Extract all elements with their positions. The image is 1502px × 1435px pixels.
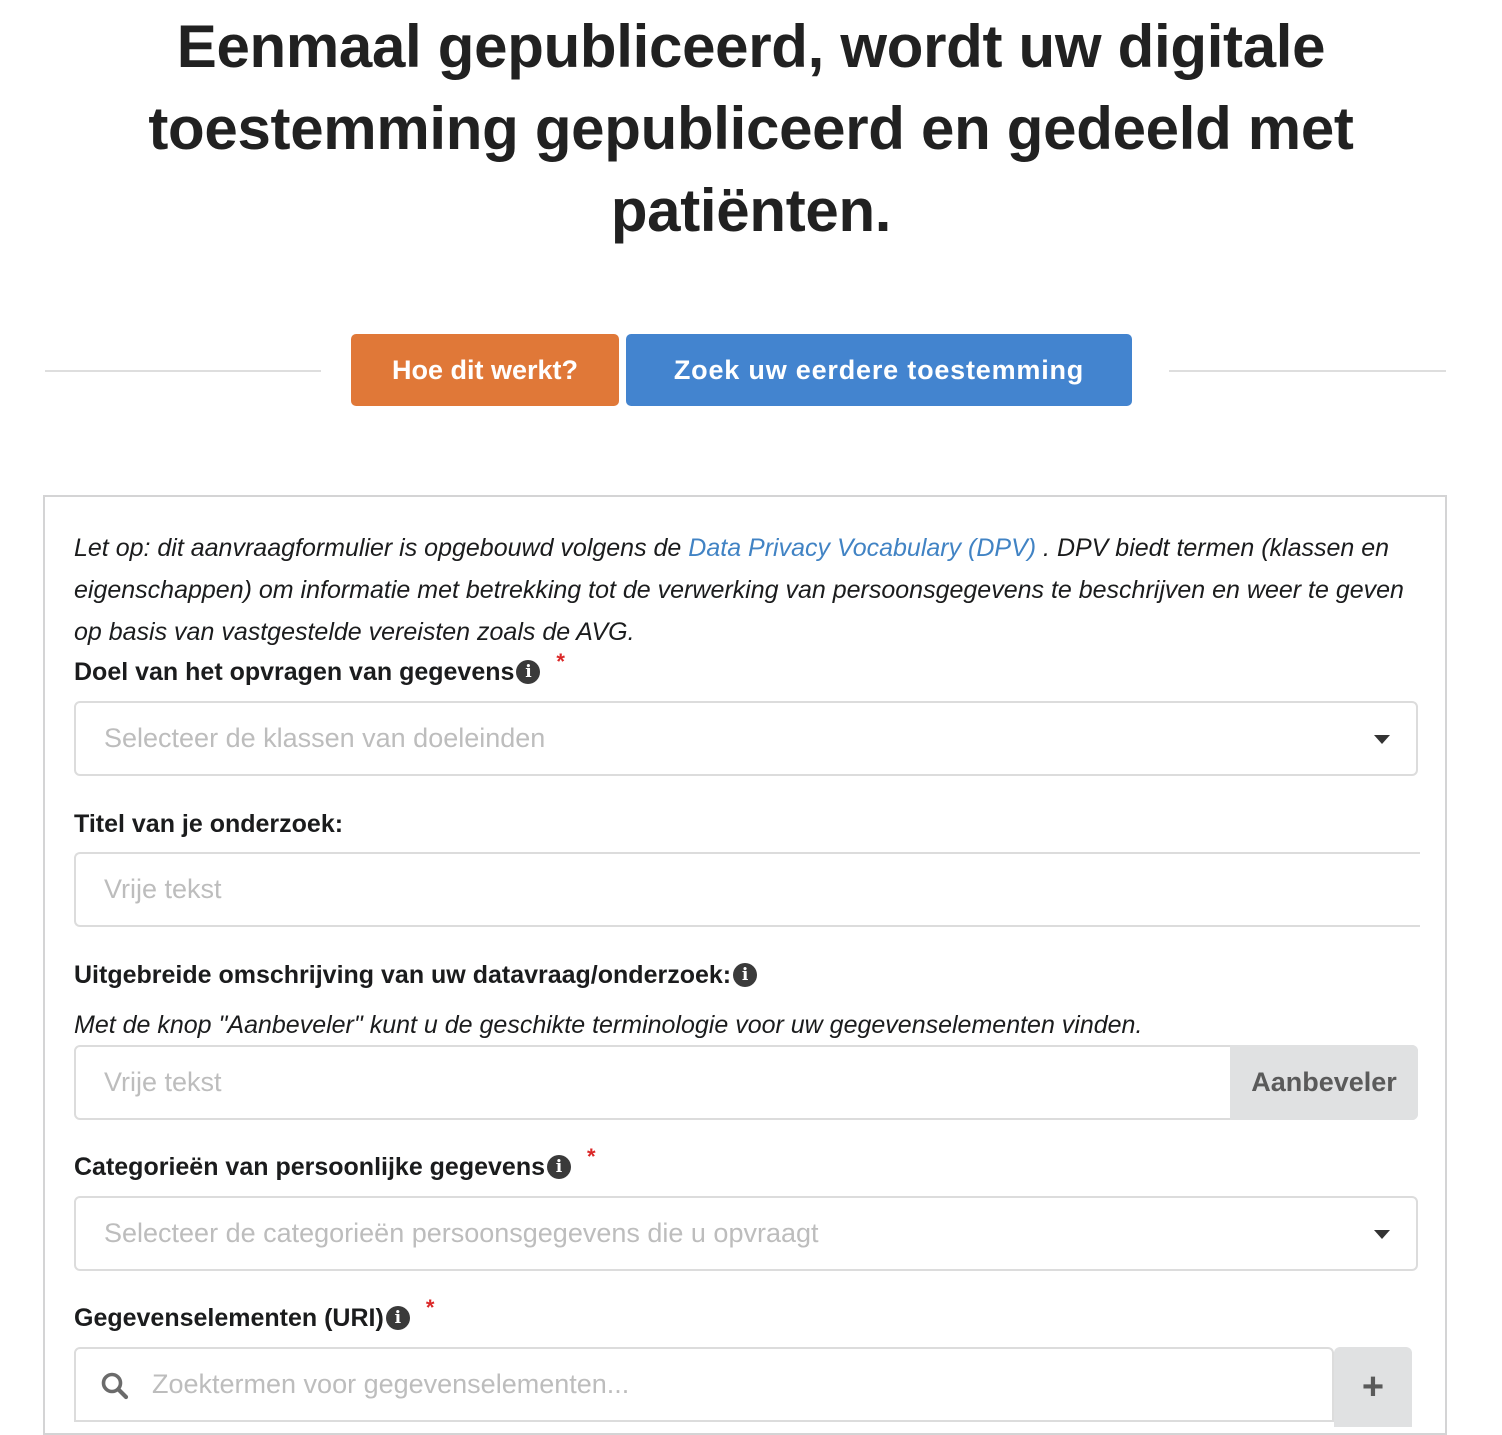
- description-label-text: Uitgebreide omschrijving van uw datavraa…: [74, 961, 732, 989]
- purpose-dropdown[interactable]: Selecteer de klassen van doeleinden: [74, 701, 1418, 776]
- data-elements-label-text: Gegevenselementen (URI): [74, 1304, 384, 1332]
- data-elements-placeholder: Zoektermen voor gegevenselementen...: [152, 1369, 630, 1399]
- purpose-placeholder: Selecteer de klassen van doeleinden: [104, 723, 546, 753]
- chevron-down-icon: [1374, 1230, 1390, 1239]
- title-label-text: Titel van je onderzoek:: [74, 810, 344, 838]
- add-data-element-button[interactable]: +: [1334, 1347, 1412, 1427]
- info-icon[interactable]: i: [516, 660, 541, 684]
- headline-line-2: toestemming gepubliceerd en gedeeld met: [148, 95, 1354, 162]
- categories-placeholder: Selecteer de categorieën persoonsgegeven…: [104, 1218, 819, 1248]
- headline-line-1: Eenmaal gepubliceerd, wordt uw digitale: [176, 13, 1326, 80]
- how-it-works-button[interactable]: Hoe dit werkt?: [351, 334, 619, 406]
- title-placeholder: Vrije tekst: [104, 874, 222, 904]
- title-label: Titel van je onderzoek:: [74, 807, 343, 841]
- dpv-notice: Let op: dit aanvraagformulier is opgebou…: [74, 527, 1424, 653]
- chevron-down-icon: [1374, 735, 1390, 744]
- headline-line-3: patiënten.: [610, 177, 892, 244]
- purpose-label-text: Doel van het opvragen van gegevens: [74, 658, 515, 686]
- categories-label: Categorieën van persoonlijke gegevens i …: [74, 1144, 596, 1184]
- dpv-link[interactable]: Data Privacy Vocabulary (DPV): [688, 534, 1036, 562]
- description-input[interactable]: Vrije tekst Aanbeveler: [74, 1045, 1418, 1120]
- data-elements-search[interactable]: Zoektermen voor gegevenselementen...: [74, 1347, 1334, 1422]
- required-asterisk: *: [587, 1144, 596, 1169]
- notice-prefix: Let op: dit aanvraagformulier is opgebou…: [74, 534, 689, 562]
- recommend-button[interactable]: Aanbeveler: [1230, 1045, 1418, 1120]
- description-label: Uitgebreide omschrijving van uw datavraa…: [74, 958, 758, 992]
- info-icon[interactable]: i: [733, 963, 758, 987]
- purpose-label: Doel van het opvragen van gegevens i *: [74, 649, 565, 689]
- info-icon[interactable]: i: [385, 1306, 410, 1330]
- description-helper: Met de knop "Aanbeveler" kunt u de gesch…: [74, 1011, 1143, 1039]
- divider-left: [45, 370, 321, 372]
- required-asterisk: *: [556, 649, 565, 674]
- data-elements-label: Gegevenselementen (URI) i *: [74, 1295, 434, 1335]
- action-bar: Hoe dit werkt? Zoek uw eerdere toestemmi…: [0, 334, 1502, 406]
- categories-label-text: Categorieën van persoonlijke gegevens: [74, 1153, 545, 1181]
- required-asterisk: *: [425, 1295, 435, 1320]
- find-previous-consent-button[interactable]: Zoek uw eerdere toestemming: [626, 334, 1132, 406]
- request-form-card: Let op: dit aanvraagformulier is opgebou…: [43, 495, 1447, 1435]
- divider-right: [1169, 370, 1446, 372]
- info-icon[interactable]: i: [547, 1155, 571, 1179]
- categories-dropdown[interactable]: Selecteer de categorieën persoonsgegeven…: [74, 1196, 1418, 1271]
- page-headline: Eenmaal gepubliceerd, wordt uw digitale …: [0, 6, 1502, 252]
- title-input[interactable]: Vrije tekst: [74, 852, 1420, 927]
- description-placeholder: Vrije tekst: [104, 1067, 222, 1097]
- search-icon: [101, 1372, 129, 1400]
